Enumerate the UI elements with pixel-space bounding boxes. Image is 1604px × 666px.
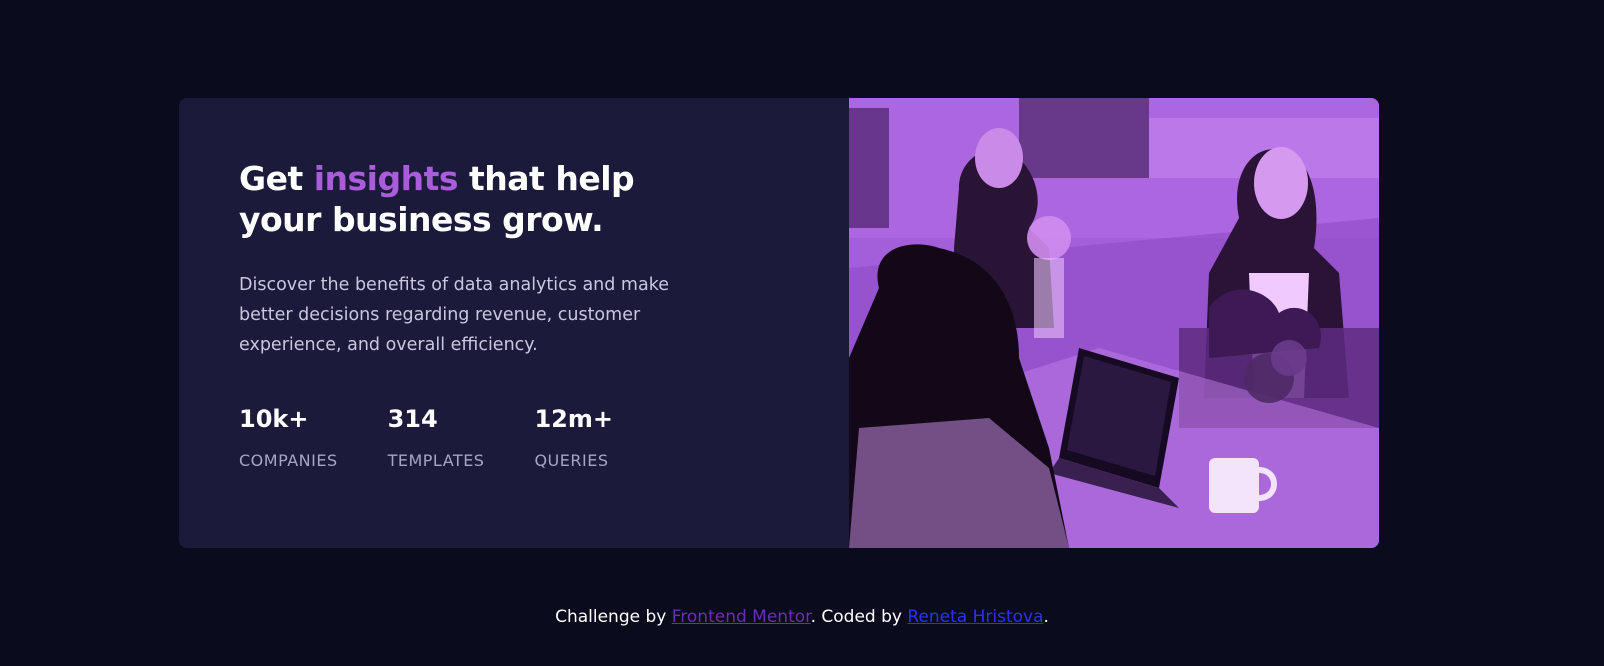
author-link[interactable]: Reneta Hristova	[907, 607, 1043, 627]
office-meeting-photo-icon	[849, 98, 1379, 548]
stat-value: 12m+	[534, 405, 613, 433]
footer-middle: . Coded by	[810, 607, 908, 627]
stat-templates: 314 TEMPLATES	[388, 405, 485, 470]
stat-label: QUERIES	[534, 451, 609, 470]
description: Discover the benefits of data analytics …	[239, 275, 669, 355]
card-content: Get insights that help your business gro…	[179, 98, 849, 548]
stat-label: TEMPLATES	[387, 451, 485, 470]
stat-companies: 10k+ COMPANIES	[239, 405, 338, 470]
stat-label: COMPANIES	[239, 451, 338, 470]
stat-value: 314	[387, 405, 438, 433]
stat-queries: 12m+ QUERIES	[534, 405, 613, 470]
attribution-footer: Challenge by Frontend Mentor. Coded by R…	[0, 607, 1604, 627]
header-image	[849, 98, 1379, 548]
page-title: Get insights that help your business gro…	[239, 158, 659, 240]
title-accent: insights	[313, 159, 459, 198]
title-start: Get	[239, 159, 314, 198]
stats-preview-card: Get insights that help your business gro…	[179, 98, 1379, 548]
stat-value: 10k+	[239, 405, 309, 433]
footer-suffix: .	[1043, 607, 1049, 627]
footer-prefix: Challenge by	[555, 607, 672, 627]
frontend-mentor-link[interactable]: Frontend Mentor	[672, 607, 811, 627]
stats-list: 10k+ COMPANIES 314 TEMPLATES 12m+ QUERIE…	[239, 405, 789, 470]
